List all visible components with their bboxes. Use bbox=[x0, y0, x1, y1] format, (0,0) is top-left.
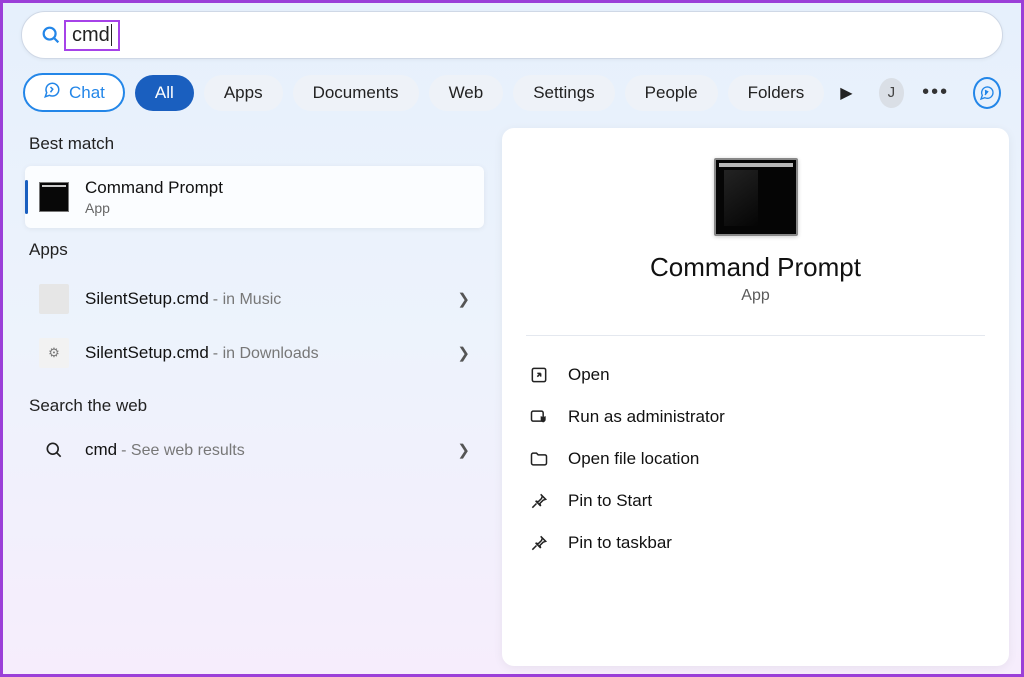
command-prompt-large-icon bbox=[714, 158, 798, 236]
scroll-right-icon[interactable]: ▶ bbox=[834, 83, 858, 103]
apps-label: Apps bbox=[29, 240, 484, 260]
action-label: Pin to taskbar bbox=[568, 533, 672, 553]
best-match-title: Command Prompt bbox=[85, 178, 470, 198]
search-icon bbox=[40, 24, 62, 46]
search-input-text: cmd bbox=[72, 24, 110, 47]
more-options-icon[interactable]: ••• bbox=[914, 81, 957, 104]
action-label: Open file location bbox=[568, 449, 699, 469]
action-label: Open bbox=[568, 365, 610, 385]
tab-documents[interactable]: Documents bbox=[293, 75, 419, 111]
file-icon: ⚙ bbox=[39, 338, 69, 368]
tab-all[interactable]: All bbox=[135, 75, 194, 111]
open-icon bbox=[528, 364, 550, 386]
preview-subtitle: App bbox=[526, 287, 985, 305]
app-location: - in Music bbox=[213, 291, 281, 309]
preview-panel: Command Prompt App Open Run as administr… bbox=[502, 128, 1009, 666]
bing-chat-icon bbox=[43, 81, 61, 104]
action-open-location[interactable]: Open file location bbox=[526, 438, 985, 480]
tab-settings[interactable]: Settings bbox=[513, 75, 614, 111]
web-hint: - See web results bbox=[121, 442, 245, 460]
tab-apps[interactable]: Apps bbox=[204, 75, 283, 111]
chat-label: Chat bbox=[69, 83, 105, 103]
search-web-label: Search the web bbox=[29, 396, 484, 416]
search-query-highlight: cmd bbox=[64, 20, 120, 51]
action-label: Pin to Start bbox=[568, 491, 652, 511]
folder-icon bbox=[528, 448, 550, 470]
action-open[interactable]: Open bbox=[526, 354, 985, 396]
web-result[interactable]: cmd - See web results ❯ bbox=[25, 428, 484, 472]
search-bar[interactable]: cmd bbox=[21, 11, 1003, 59]
chat-pill[interactable]: Chat bbox=[23, 73, 125, 112]
web-query: cmd bbox=[85, 440, 117, 460]
chevron-right-icon: ❯ bbox=[457, 441, 470, 459]
file-icon bbox=[39, 284, 69, 314]
apps-result-1[interactable]: ⚙ SilentSetup.cmd - in Downloads ❯ bbox=[25, 326, 484, 380]
bing-badge[interactable] bbox=[973, 77, 1001, 109]
app-name: SilentSetup.cmd bbox=[85, 343, 209, 363]
divider bbox=[526, 335, 985, 336]
action-pin-taskbar[interactable]: Pin to taskbar bbox=[526, 522, 985, 564]
action-run-admin[interactable]: Run as administrator bbox=[526, 396, 985, 438]
best-match-subtitle: App bbox=[85, 200, 470, 216]
chevron-right-icon: ❯ bbox=[457, 290, 470, 308]
best-match-result[interactable]: Command Prompt App bbox=[25, 166, 484, 228]
preview-title: Command Prompt bbox=[526, 252, 985, 283]
pin-icon bbox=[528, 490, 550, 512]
tab-web[interactable]: Web bbox=[429, 75, 504, 111]
user-avatar[interactable]: J bbox=[879, 78, 905, 108]
admin-shield-icon bbox=[528, 406, 550, 428]
app-location: - in Downloads bbox=[213, 345, 319, 363]
best-match-label: Best match bbox=[29, 134, 484, 154]
pin-icon bbox=[528, 532, 550, 554]
action-label: Run as administrator bbox=[568, 407, 725, 427]
command-prompt-icon bbox=[39, 182, 69, 212]
tab-people[interactable]: People bbox=[625, 75, 718, 111]
app-name: SilentSetup.cmd bbox=[85, 289, 209, 309]
action-pin-start[interactable]: Pin to Start bbox=[526, 480, 985, 522]
chevron-right-icon: ❯ bbox=[457, 344, 470, 362]
text-caret bbox=[111, 24, 112, 46]
tab-folders[interactable]: Folders bbox=[728, 75, 825, 111]
apps-result-0[interactable]: SilentSetup.cmd - in Music ❯ bbox=[25, 272, 484, 326]
search-filters: Chat All Apps Documents Web Settings Peo… bbox=[15, 73, 1009, 128]
search-icon bbox=[39, 440, 69, 460]
